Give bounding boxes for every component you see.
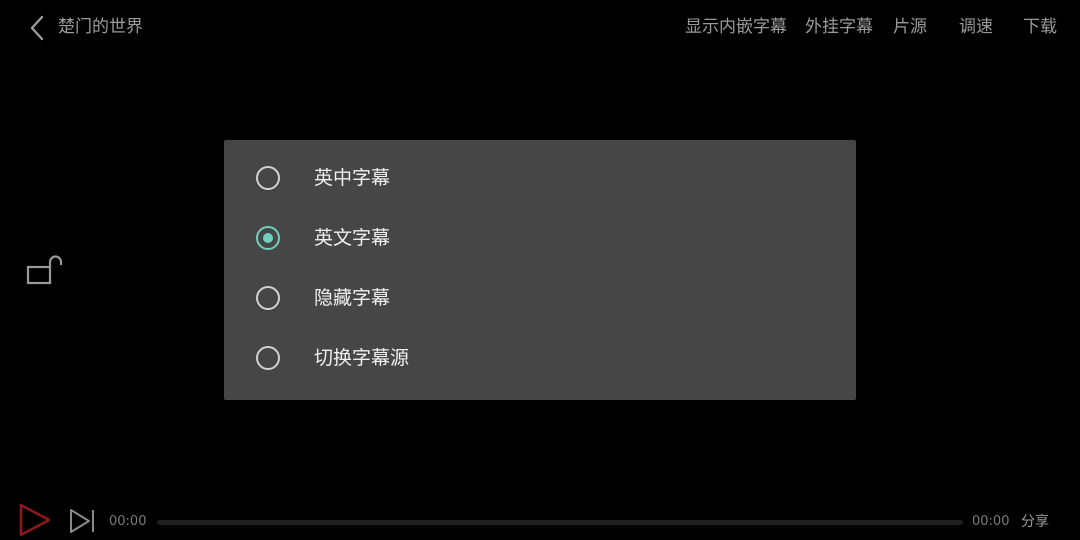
- unlock-icon: [26, 255, 63, 285]
- next-episode-button[interactable]: [68, 508, 98, 534]
- subtitle-options-dialog: 英中字幕 英文字幕 隐藏字幕 切换字幕源: [224, 140, 856, 400]
- total-duration: 00:00: [972, 514, 1010, 529]
- video-source-button[interactable]: 片源: [893, 15, 927, 39]
- play-icon: [19, 503, 51, 537]
- show-embedded-subtitles-button[interactable]: 显示内嵌字幕: [685, 15, 787, 39]
- playback-speed-button[interactable]: 调速: [959, 15, 993, 39]
- radio-selected-dot: [263, 233, 273, 243]
- subtitle-option-chinese-english[interactable]: 英中字幕: [224, 150, 856, 210]
- subtitle-option-switch-source[interactable]: 切换字幕源: [224, 330, 856, 390]
- subtitle-option-label: 英文字幕: [314, 227, 391, 249]
- back-button[interactable]: [22, 12, 52, 44]
- chevron-left-icon: [30, 15, 44, 41]
- subtitle-option-label: 英中字幕: [314, 167, 391, 189]
- progress-bar[interactable]: [157, 520, 963, 525]
- video-player-screen: 楚门的世界 显示内嵌字幕 外挂字幕 片源 调速 下载 英中字幕 英文字幕 隐藏字…: [0, 0, 1080, 540]
- share-button[interactable]: 分享: [1021, 512, 1049, 532]
- download-button[interactable]: 下载: [1023, 15, 1057, 39]
- top-bar: 楚门的世界 显示内嵌字幕 外挂字幕 片源 调速 下载: [0, 0, 1080, 56]
- external-subtitles-button[interactable]: 外挂字幕: [805, 15, 873, 39]
- subtitle-option-label: 隐藏字幕: [314, 287, 391, 309]
- subtitle-option-label: 切换字幕源: [314, 347, 410, 369]
- play-button[interactable]: [16, 502, 54, 538]
- screen-lock-toggle[interactable]: [24, 252, 64, 288]
- subtitle-option-english[interactable]: 英文字幕: [224, 210, 856, 270]
- video-title: 楚门的世界: [58, 17, 143, 37]
- radio-button-checked[interactable]: [256, 226, 280, 250]
- radio-button-unchecked[interactable]: [256, 286, 280, 310]
- subtitle-option-hide[interactable]: 隐藏字幕: [224, 270, 856, 330]
- radio-button-unchecked[interactable]: [256, 346, 280, 370]
- playback-control-bar: 00:00 00:00 分享: [0, 496, 1080, 540]
- radio-button-unchecked[interactable]: [256, 166, 280, 190]
- current-time: 00:00: [109, 514, 147, 529]
- skip-next-icon: [70, 509, 94, 533]
